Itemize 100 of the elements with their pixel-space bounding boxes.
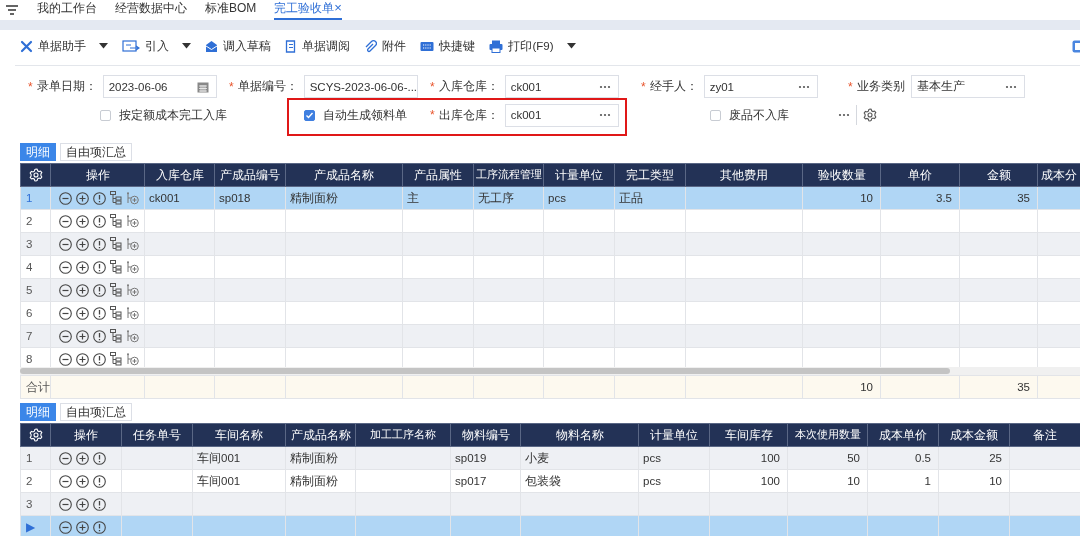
- plus-circle-icon[interactable]: [76, 497, 89, 511]
- document-icon: [285, 39, 298, 53]
- input-field[interactable]: 2023-06-06: [102, 75, 217, 98]
- tab[interactable]: 标准BOM: [205, 0, 257, 20]
- minus-circle-icon[interactable]: [59, 474, 72, 488]
- scrollbar[interactable]: [20, 368, 950, 374]
- plus-circle-icon[interactable]: [76, 329, 89, 343]
- node-add-icon[interactable]: [126, 214, 139, 228]
- checkbox[interactable]: [100, 109, 111, 121]
- minus-circle-icon[interactable]: [59, 352, 72, 366]
- column-header: 任务单号: [121, 423, 193, 447]
- input-field[interactable]: 基本生产: [910, 75, 1025, 98]
- plus-circle-icon[interactable]: [76, 352, 89, 366]
- settings-icon[interactable]: [863, 108, 877, 122]
- minus-circle-icon[interactable]: [59, 497, 72, 511]
- exclamation-circle-icon[interactable]: [93, 237, 106, 251]
- checkbox[interactable]: [710, 109, 721, 121]
- more-icon[interactable]: [598, 84, 611, 89]
- table-row[interactable]: 5: [20, 278, 1080, 302]
- node-add-icon[interactable]: [126, 329, 139, 343]
- tree-icon[interactable]: [110, 260, 122, 274]
- exclamation-circle-icon[interactable]: [93, 451, 106, 465]
- minus-circle-icon[interactable]: [59, 260, 72, 274]
- exclamation-circle-icon[interactable]: [93, 306, 106, 320]
- table-row[interactable]: 2: [20, 209, 1080, 233]
- menu-button[interactable]: 打印(F9): [489, 35, 576, 57]
- tab[interactable]: 自由项汇总: [60, 143, 132, 161]
- node-add-icon[interactable]: [126, 260, 139, 274]
- tree-icon[interactable]: [110, 283, 122, 297]
- menu-button[interactable]: 单据助手: [20, 35, 109, 57]
- minus-circle-icon[interactable]: [59, 451, 72, 465]
- plus-circle-icon[interactable]: [76, 474, 89, 488]
- tree-icon[interactable]: [110, 329, 122, 343]
- field-label: 单据编号：: [237, 79, 298, 94]
- plus-circle-icon[interactable]: [76, 451, 89, 465]
- menu-icon[interactable]: [5, 4, 19, 16]
- plus-circle-icon[interactable]: [76, 237, 89, 251]
- table-row[interactable]: 3: [20, 232, 1080, 256]
- tree-icon[interactable]: [110, 306, 122, 320]
- table-row[interactable]: 4: [20, 255, 1080, 279]
- toolbar-button[interactable]: 附件: [364, 35, 407, 57]
- close-button[interactable]: ×: [334, 0, 342, 15]
- more-icon[interactable]: [598, 113, 611, 117]
- plus-circle-icon[interactable]: [76, 306, 89, 320]
- tree-icon[interactable]: [110, 214, 122, 228]
- tab[interactable]: 明细: [20, 143, 56, 161]
- toolbar-button[interactable]: 单据调阅: [285, 35, 351, 57]
- exclamation-circle-icon[interactable]: [93, 520, 106, 534]
- table-row[interactable]: 3: [20, 492, 1080, 516]
- tab[interactable]: 自由项汇总: [60, 403, 132, 421]
- minus-circle-icon[interactable]: [59, 329, 72, 343]
- node-add-icon[interactable]: [126, 237, 139, 251]
- node-add-icon[interactable]: [126, 191, 139, 205]
- tab[interactable]: 明细: [20, 403, 56, 421]
- minus-circle-icon[interactable]: [59, 306, 72, 320]
- more-icon[interactable]: [838, 113, 850, 117]
- node-add-icon[interactable]: [126, 283, 139, 297]
- exclamation-circle-icon[interactable]: [93, 214, 106, 228]
- toolbar-button[interactable]: 快捷键: [420, 35, 476, 57]
- menu-button[interactable]: 引入: [122, 35, 192, 57]
- table-row[interactable]: 1 ck001 sp018 精制面粉 主 无工序 pcs 正品 10 3.5 35: [20, 186, 1080, 210]
- more-icon[interactable]: [1004, 84, 1017, 89]
- input-field[interactable]: ck001: [504, 103, 619, 127]
- table-row[interactable]: 1 车间001 精制面粉 sp019 小麦 pcs 100 50 0.5 25: [20, 446, 1080, 470]
- toolbar-button[interactable]: 调入草稿: [205, 35, 272, 57]
- column-header: 金额: [959, 163, 1038, 187]
- exclamation-circle-icon[interactable]: [93, 497, 106, 511]
- exclamation-circle-icon[interactable]: [93, 283, 106, 297]
- exclamation-circle-icon[interactable]: [93, 474, 106, 488]
- tree-icon[interactable]: [110, 191, 122, 205]
- input-field[interactable]: ck001: [504, 75, 619, 98]
- calendar-icon[interactable]: [196, 80, 209, 93]
- table-row[interactable]: 6: [20, 301, 1080, 325]
- minus-circle-icon[interactable]: [59, 191, 72, 205]
- tree-icon[interactable]: [110, 237, 122, 251]
- plus-circle-icon[interactable]: [76, 191, 89, 205]
- node-add-icon[interactable]: [126, 352, 139, 366]
- checkbox[interactable]: [304, 109, 315, 121]
- plus-circle-icon[interactable]: [76, 214, 89, 228]
- exclamation-circle-icon[interactable]: [93, 191, 106, 205]
- input-field[interactable]: SCYS-2023-06-06-...: [303, 75, 418, 98]
- plus-circle-icon[interactable]: [76, 283, 89, 297]
- table-row[interactable]: 2 车间001 精制面粉 sp017 包装袋 pcs 100 10 1 10: [20, 469, 1080, 493]
- plus-circle-icon[interactable]: [76, 260, 89, 274]
- node-add-icon[interactable]: [126, 306, 139, 320]
- minus-circle-icon[interactable]: [59, 520, 72, 534]
- table-row[interactable]: 7: [20, 324, 1080, 348]
- exclamation-circle-icon[interactable]: [93, 352, 106, 366]
- minus-circle-icon[interactable]: [59, 214, 72, 228]
- tree-icon[interactable]: [110, 352, 122, 366]
- exclamation-circle-icon[interactable]: [93, 260, 106, 274]
- tab[interactable]: 我的工作台: [37, 0, 97, 20]
- minus-circle-icon[interactable]: [59, 283, 72, 297]
- tab[interactable]: 经营数据中心: [115, 0, 187, 20]
- more-icon[interactable]: [797, 84, 810, 89]
- table-row[interactable]: 8: [20, 347, 1080, 367]
- plus-circle-icon[interactable]: [76, 520, 89, 534]
- exclamation-circle-icon[interactable]: [93, 329, 106, 343]
- minus-circle-icon[interactable]: [59, 237, 72, 251]
- input-field[interactable]: zy01: [703, 75, 818, 98]
